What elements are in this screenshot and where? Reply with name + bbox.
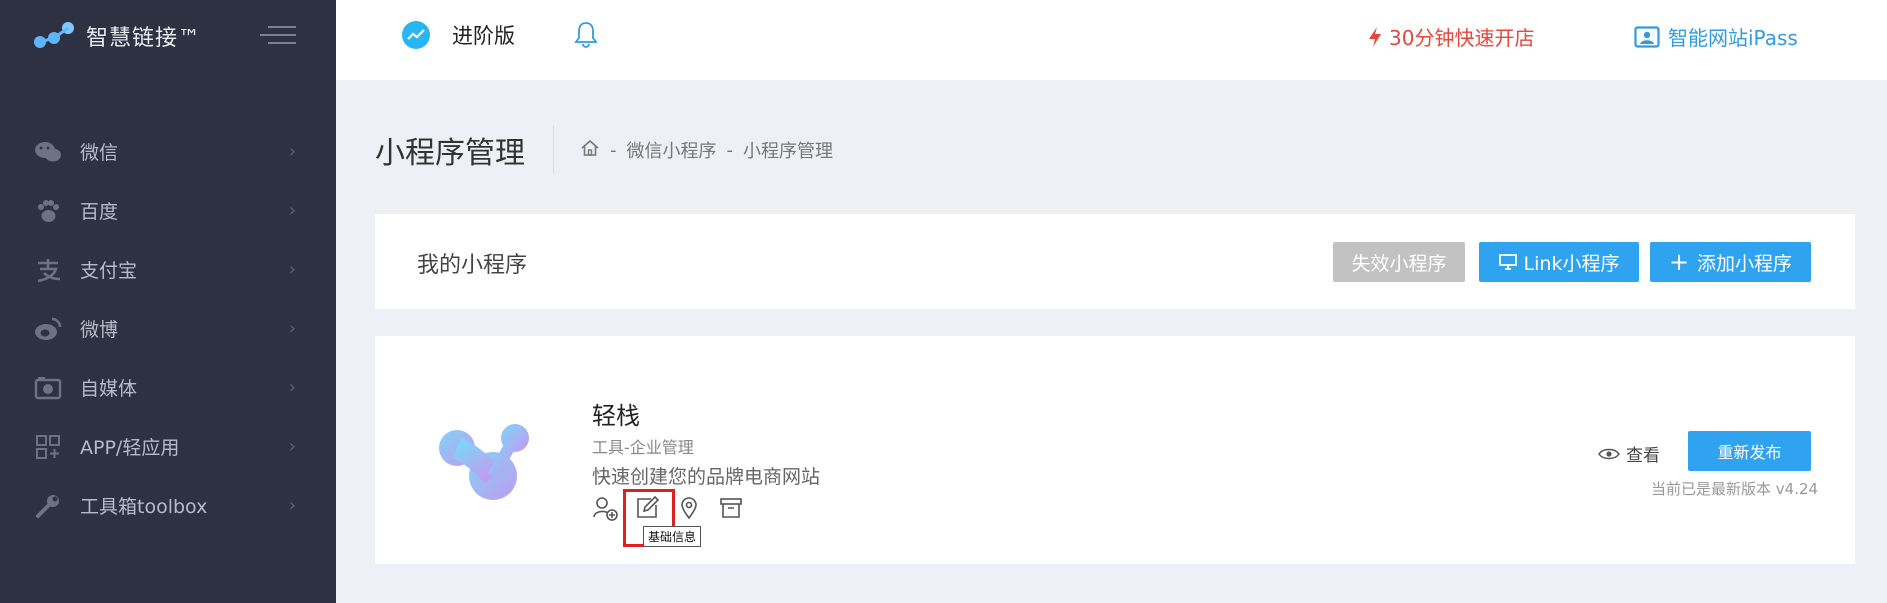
my-miniprograms-header-card: 我的小程序 失效小程序 Link小程序 + 添加小程序 [375, 214, 1855, 309]
app-tools [591, 494, 759, 522]
sidebar-item-label: 自媒体 [80, 378, 138, 400]
quick-open-store-link[interactable]: 30分钟快速开店 [1367, 22, 1534, 51]
chevron-right-icon: › [288, 436, 296, 457]
eye-icon [1598, 448, 1620, 459]
grid-icon [34, 433, 62, 461]
invalid-miniprograms-label: 失效小程序 [1351, 252, 1447, 275]
brand-logo-icon [34, 22, 74, 48]
app-logo [439, 424, 529, 500]
section-title: 我的小程序 [417, 253, 528, 278]
bell-icon[interactable] [574, 20, 598, 52]
page-title: 小程序管理 [375, 136, 525, 171]
plus-icon: + [1668, 248, 1690, 276]
monitor-icon [1498, 254, 1517, 270]
chevron-right-icon: › [288, 318, 296, 339]
version-text: 当前已是最新版本 v4.24 [1651, 480, 1819, 498]
invalid-miniprograms-button[interactable]: 失效小程序 [1333, 242, 1465, 282]
chevron-right-icon: › [288, 495, 296, 516]
link-miniprogram-label: Link小程序 [1523, 252, 1620, 275]
app-name: 轻栈 [592, 402, 640, 430]
lightning-icon [1369, 26, 1381, 47]
chevron-right-icon: › [288, 141, 296, 162]
sidebar-item-label: 支付宝 [80, 260, 138, 282]
breadcrumb-current: 小程序管理 [743, 141, 833, 162]
sidebar-item-label: 微博 [80, 319, 119, 341]
view-link[interactable]: 查看 [1598, 441, 1660, 466]
menu-toggle-icon[interactable] [260, 26, 296, 46]
quick-open-label: 30分钟快速开店 [1389, 26, 1535, 50]
brand-name: 智慧链接™ [86, 26, 202, 51]
sidebar-item-wechat[interactable]: 微信 › [0, 122, 336, 181]
brand-logo[interactable]: 智慧链接™ [32, 16, 201, 56]
miniprogram-card: 轻栈 工具-企业管理 快速创建您的品牌电商网站 基础信息 查看 重新发布 当前已… [375, 336, 1855, 564]
breadcrumb-separator: - [726, 139, 734, 161]
tooltip-basic-info: 基础信息 [643, 526, 702, 547]
sidebar-item-label: APP/轻应用 [80, 437, 180, 459]
app-description: 快速创建您的品牌电商网站 [592, 466, 821, 488]
divider [553, 125, 554, 173]
add-user-icon[interactable] [591, 494, 619, 522]
sidebar-item-weibo[interactable]: 微博 › [0, 299, 336, 358]
home-icon[interactable] [580, 138, 600, 163]
add-miniprogram-button[interactable]: + 添加小程序 [1650, 242, 1811, 282]
chevron-right-icon: › [288, 200, 296, 221]
trend-icon [402, 21, 430, 49]
chevron-right-icon: › [288, 259, 296, 280]
add-miniprogram-label: 添加小程序 [1697, 252, 1793, 275]
sidebar-item-app[interactable]: APP/轻应用 › [0, 417, 336, 476]
sidebar-item-media[interactable]: 自媒体 › [0, 358, 336, 417]
portrait-frame-icon [1634, 25, 1660, 48]
sidebar-item-label: 百度 [80, 201, 119, 223]
alipay-icon [34, 256, 62, 284]
wrench-icon [34, 492, 62, 520]
archive-box-icon[interactable] [717, 494, 745, 522]
sidebar-item-baidu[interactable]: 百度 › [0, 181, 336, 240]
location-pin-icon[interactable] [675, 494, 703, 522]
top-header: 进阶版 30分钟快速开店 智能网站iPass [336, 0, 1887, 80]
sidebar: 智慧链接™ 微信 › 百度 › 支付宝 › 微博 › 自媒体 › APP/轻应用… [0, 0, 336, 603]
republish-button[interactable]: 重新发布 [1688, 431, 1811, 471]
plan-badge[interactable]: 进阶版 [402, 20, 515, 50]
sidebar-item-toolbox[interactable]: 工具箱toolbox › [0, 476, 336, 535]
sidebar-nav: 微信 › 百度 › 支付宝 › 微博 › 自媒体 › APP/轻应用 › 工具箱… [0, 122, 336, 535]
ipass-link[interactable]: 智能网站iPass [1634, 22, 1798, 51]
weibo-icon [34, 315, 62, 343]
chevron-right-icon: › [288, 377, 296, 398]
republish-label: 重新发布 [1717, 443, 1782, 462]
breadcrumb-separator: - [610, 139, 617, 161]
ipass-label: 智能网站iPass [1668, 26, 1798, 50]
link-miniprogram-button[interactable]: Link小程序 [1479, 242, 1639, 282]
camera-icon [34, 374, 62, 402]
view-label: 查看 [1626, 446, 1660, 466]
wechat-icon [34, 138, 62, 166]
sidebar-item-label: 工具箱toolbox [80, 496, 208, 518]
paw-icon [34, 197, 62, 225]
plan-label: 进阶版 [452, 24, 515, 48]
app-category: 工具-企业管理 [592, 438, 694, 457]
sidebar-item-label: 微信 [80, 142, 119, 164]
breadcrumb-wechat-miniprogram[interactable]: 微信小程序 [627, 137, 717, 163]
breadcrumb: - 微信小程序 - 小程序管理 [580, 137, 833, 163]
sidebar-item-alipay[interactable]: 支付宝 › [0, 240, 336, 299]
